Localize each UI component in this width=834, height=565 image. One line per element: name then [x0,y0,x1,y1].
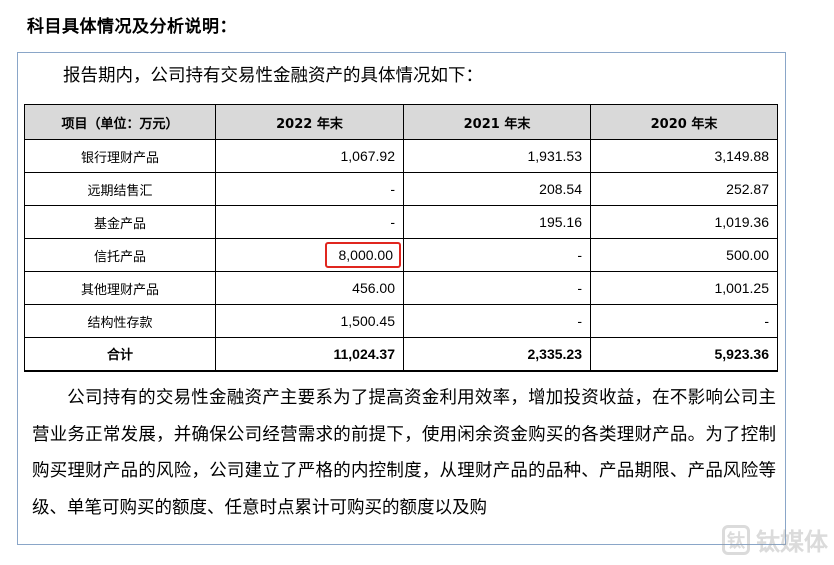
financial-assets-table: 项目（单位：万元） 2022 年末 2021 年末 2020 年末 银行理财产品… [24,104,778,372]
header-item: 项目（单位：万元） [24,104,216,140]
cell-2022-highlighted: 8,000.00 [215,238,404,272]
cell-2021: 195.16 [403,205,591,239]
row-label: 其他理财产品 [24,271,216,305]
analysis-paragraph: 公司持有的交易性金融资产主要系为了提高资金利用效率，增加投资收益，在不影响公司主… [32,380,776,526]
cell-2022: 456.00 [215,271,404,305]
watermark-text: 钛媒体 [756,528,828,556]
table-row: 信托产品 8,000.00 - 500.00 [24,238,778,272]
cell-2021: 1,931.53 [403,139,591,173]
watermark-icon: 钛 [722,524,750,555]
cell-2020: 3,149.88 [590,139,778,173]
cell-2020: 1,019.36 [590,205,778,239]
header-2022: 2022 年末 [215,104,404,140]
cell-2021: 208.54 [403,172,591,206]
watermark-logo: 钛 钛媒体 [722,522,828,557]
row-label: 信托产品 [24,238,216,272]
cell-2022: 1,067.92 [215,139,404,173]
table-header-row: 项目（单位：万元） 2022 年末 2021 年末 2020 年末 [24,104,778,140]
row-label: 远期结售汇 [24,172,216,206]
cell-2022: 1,500.45 [215,304,404,338]
table-row: 银行理财产品 1,067.92 1,931.53 3,149.88 [24,139,778,173]
total-2020: 5,923.36 [590,337,778,372]
cell-2020: - [590,304,778,338]
row-label: 基金产品 [24,205,216,239]
table-row: 其他理财产品 456.00 - 1,001.25 [24,271,778,305]
total-2021: 2,335.23 [403,337,591,372]
total-2022: 11,024.37 [215,337,404,372]
cell-2021: - [403,304,591,338]
table-total-row: 合计 11,024.37 2,335.23 5,923.36 [24,337,778,372]
header-2021: 2021 年末 [403,104,591,140]
cell-2022: - [215,205,404,239]
intro-text: 报告期内，公司持有交易性金融资产的具体情况如下： [63,66,483,86]
header-2020: 2020 年末 [590,104,778,140]
cell-2021: - [403,238,591,272]
table-row: 远期结售汇 - 208.54 252.87 [24,172,778,206]
table-row: 结构性存款 1,500.45 - - [24,304,778,338]
cell-2020: 1,001.25 [590,271,778,305]
total-label: 合计 [24,337,216,372]
cell-2020: 252.87 [590,172,778,206]
row-label: 结构性存款 [24,304,216,338]
cell-2020: 500.00 [590,238,778,272]
cell-2022: - [215,172,404,206]
cell-2021: - [403,271,591,305]
table-row: 基金产品 - 195.16 1,019.36 [24,205,778,239]
row-label: 银行理财产品 [24,139,216,173]
paragraph-text: 公司持有的交易性金融资产主要系为了提高资金利用效率，增加投资收益，在不影响公司主… [32,388,776,518]
section-heading: 科目具体情况及分析说明： [27,17,237,37]
highlight-box: 8,000.00 [324,242,401,268]
